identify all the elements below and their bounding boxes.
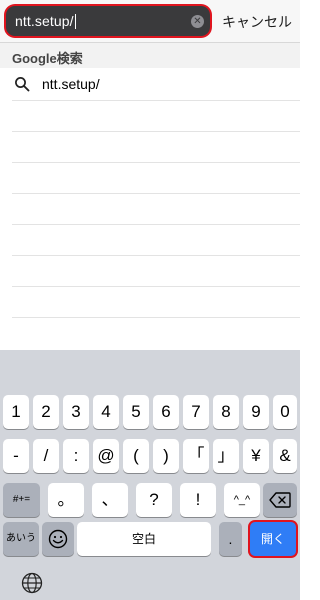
key-smiley[interactable]: ^_^ <box>224 483 260 517</box>
emoji-icon <box>48 529 68 549</box>
backspace-icon <box>269 492 291 508</box>
key-exclamation[interactable]: ! <box>180 483 216 517</box>
key-open-paren[interactable]: ( <box>123 439 149 473</box>
key-9[interactable]: 9 <box>243 395 269 429</box>
key-kuten[interactable]: 。 <box>48 483 84 517</box>
search-suggestion-row[interactable]: ntt.setup/ <box>0 68 300 100</box>
key-at[interactable]: @ <box>93 439 119 473</box>
key-2[interactable]: 2 <box>33 395 59 429</box>
kana-keyboard-key[interactable]: あいう <box>3 522 39 556</box>
key-ampersand[interactable]: & <box>273 439 297 473</box>
key-close-bracket[interactable]: 」 <box>213 439 239 473</box>
globe-icon[interactable] <box>21 572 43 594</box>
key-yen[interactable]: ¥ <box>243 439 269 473</box>
open-go-key[interactable]: 開く <box>250 522 296 556</box>
url-input-text: ntt.setup/ <box>15 13 76 29</box>
key-colon[interactable]: : <box>63 439 89 473</box>
symbols-toggle-key[interactable]: #+= <box>3 483 40 517</box>
key-touten[interactable]: 、 <box>92 483 128 517</box>
section-title: Google検索 <box>12 51 83 66</box>
search-icon <box>15 77 30 92</box>
key-slash[interactable]: / <box>33 439 59 473</box>
divider <box>12 317 300 318</box>
keyboard: 1 2 3 4 5 6 7 8 9 0 - / : @ ( ) 「 」 ¥ & … <box>0 350 300 600</box>
clear-circle-icon[interactable]: ✕ <box>191 15 204 28</box>
key-0[interactable]: 0 <box>273 395 297 429</box>
space-key[interactable]: 空白 <box>77 522 211 556</box>
cancel-button[interactable]: キャンセル <box>222 12 292 32</box>
key-6[interactable]: 6 <box>153 395 179 429</box>
key-8[interactable]: 8 <box>213 395 239 429</box>
period-key[interactable]: . <box>219 522 242 556</box>
key-hyphen[interactable]: - <box>3 439 29 473</box>
key-1[interactable]: 1 <box>3 395 29 429</box>
divider <box>12 100 300 101</box>
key-question[interactable]: ? <box>136 483 172 517</box>
url-input[interactable]: ntt.setup/ ✕ <box>6 6 210 36</box>
key-4[interactable]: 4 <box>93 395 119 429</box>
key-close-paren[interactable]: ) <box>153 439 179 473</box>
key-7[interactable]: 7 <box>183 395 209 429</box>
google-search-section-header: Google検索 <box>0 42 300 68</box>
address-bar: ntt.setup/ ✕ キャンセル <box>0 0 300 42</box>
emoji-key[interactable] <box>42 522 74 556</box>
backspace-key[interactable] <box>263 483 297 517</box>
divider <box>12 131 300 132</box>
suggestion-text: ntt.setup/ <box>42 76 100 92</box>
key-3[interactable]: 3 <box>63 395 89 429</box>
divider <box>12 224 300 225</box>
key-open-bracket[interactable]: 「 <box>183 439 209 473</box>
key-5[interactable]: 5 <box>123 395 149 429</box>
divider <box>12 162 300 163</box>
divider <box>12 193 300 194</box>
divider <box>12 286 300 287</box>
divider <box>12 255 300 256</box>
